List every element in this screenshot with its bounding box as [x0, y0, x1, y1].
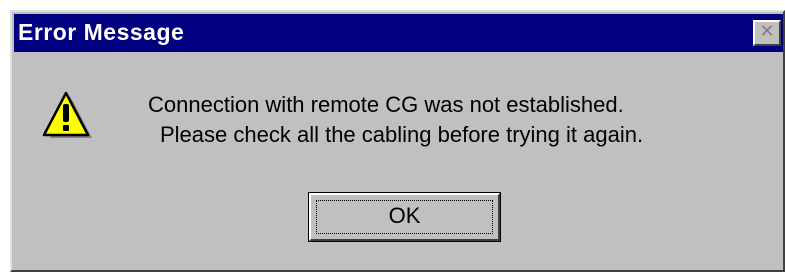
error-dialog: Error Message ✕ Connection with remote C…	[10, 10, 785, 272]
ok-button-label: OK	[388, 203, 421, 228]
close-icon: ✕	[759, 21, 775, 42]
error-message: Connection with remote CG was not establ…	[148, 90, 643, 150]
title-bar[interactable]: Error Message ✕	[14, 14, 783, 52]
ok-button[interactable]: OK	[308, 192, 501, 242]
dialog-title: Error Message	[18, 19, 185, 45]
message-line-1: Connection with remote CG was not establ…	[148, 92, 624, 117]
warning-icon	[42, 90, 94, 142]
close-button[interactable]: ✕	[753, 20, 781, 46]
message-line-2: Please check all the cabling before tryi…	[160, 122, 644, 147]
